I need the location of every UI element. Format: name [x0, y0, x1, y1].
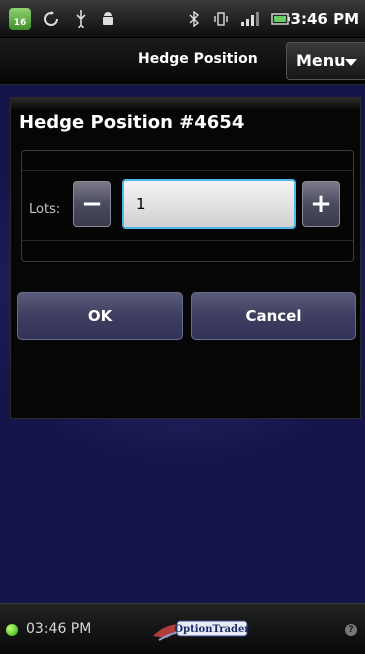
status-clock: 3:46 PM — [290, 10, 359, 28]
decrement-lots-button[interactable]: − — [73, 181, 111, 227]
bluetooth-icon — [188, 11, 200, 27]
footer-bar: 03:46 PM OptionTrader ? — [0, 603, 365, 654]
ok-button[interactable]: OK — [17, 292, 183, 340]
increment-lots-button[interactable]: + — [302, 181, 340, 227]
connection-status-icon — [6, 624, 18, 636]
menu-button[interactable]: Menu — [286, 42, 365, 80]
dialog-header-strip — [11, 98, 360, 110]
minus-icon: − — [81, 189, 103, 219]
footer-time: 03:46 PM — [26, 621, 92, 637]
title-bar: Hedge Position Menu — [0, 38, 365, 85]
divider — [22, 170, 353, 171]
menu-button-label: Menu — [296, 51, 346, 70]
lots-panel: Lots: − + — [21, 150, 354, 262]
calendar-icon: 16 — [9, 8, 31, 30]
content-area: Hedge Position #4654 Lots: − + OK Cancel — [0, 85, 365, 603]
dialog-title: Hedge Position #4654 — [19, 112, 245, 133]
optiontrader-logo: OptionTrader — [149, 614, 252, 644]
calendar-day: 16 — [13, 18, 27, 28]
help-glyph: ? — [348, 625, 354, 635]
usb-icon — [74, 10, 88, 28]
battery-icon — [271, 11, 291, 27]
hedge-position-dialog: Hedge Position #4654 Lots: − + OK Cancel — [10, 97, 361, 419]
vibrate-icon — [214, 11, 228, 27]
sync-icon — [42, 11, 60, 27]
lots-input[interactable] — [122, 179, 296, 229]
logo-text: OptionTrader — [174, 624, 250, 635]
divider — [22, 240, 353, 241]
android-debug-icon — [100, 11, 116, 27]
status-bar: 16 3:46 PM — [0, 0, 365, 38]
help-icon[interactable]: ? — [345, 624, 357, 636]
plus-icon: + — [310, 189, 332, 219]
cancel-button[interactable]: Cancel — [191, 292, 356, 340]
screen-title: Hedge Position — [138, 51, 258, 67]
signal-icon — [240, 11, 260, 27]
lots-label: Lots: — [29, 202, 61, 217]
caret-down-icon — [345, 59, 357, 66]
